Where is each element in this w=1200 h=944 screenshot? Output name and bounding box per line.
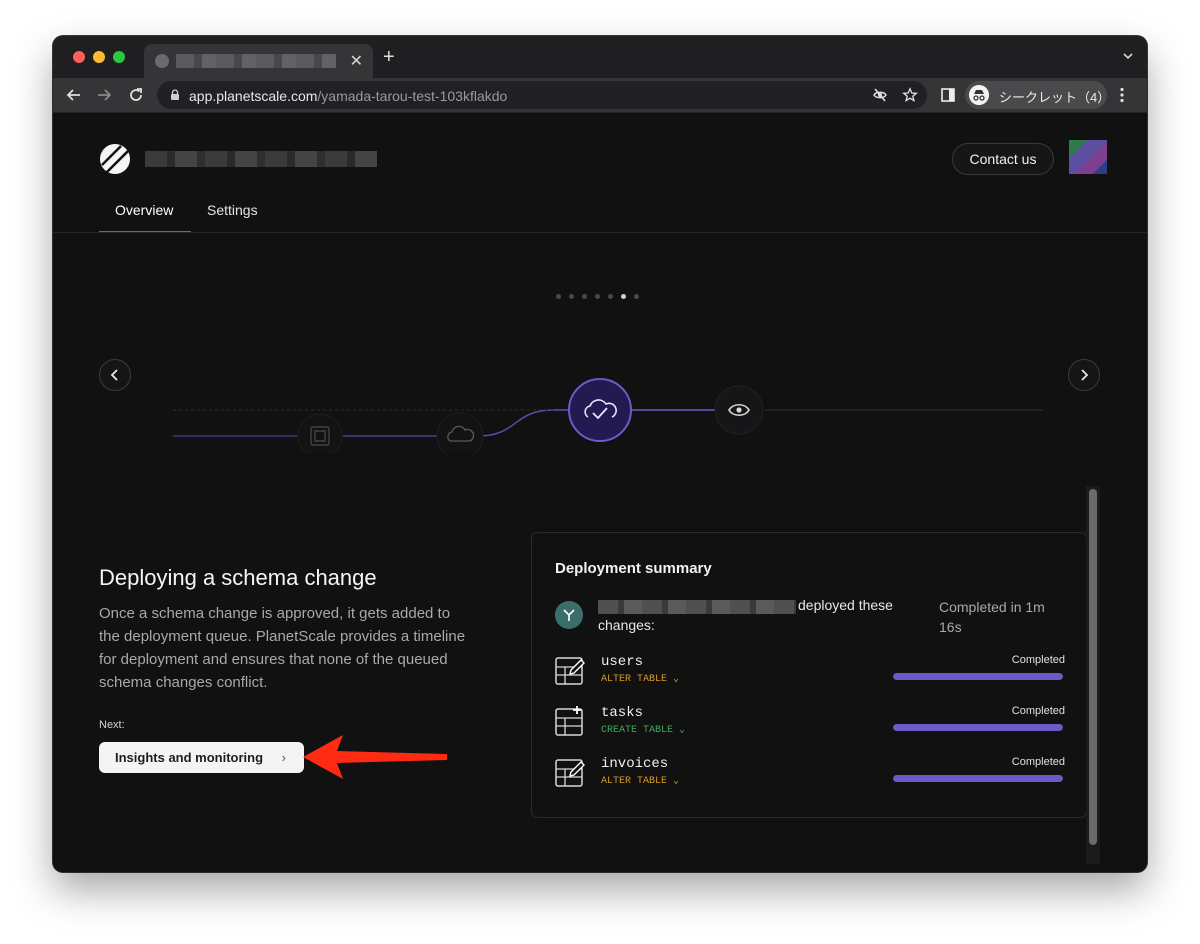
table-change-row: tasks CREATE TABLE ⌄ Completed: [555, 705, 1065, 745]
carousel-dot[interactable]: [608, 294, 613, 299]
nav-divider: [53, 232, 1147, 233]
changes-text: changes:: [598, 617, 655, 633]
branch-icon: [297, 413, 343, 453]
incognito-icon: [969, 85, 989, 105]
scrollbar[interactable]: [1086, 486, 1100, 864]
next-label: Next:: [99, 719, 125, 731]
carousel-next-button[interactable]: [1068, 359, 1100, 391]
tab-overview[interactable]: Overview: [115, 202, 173, 218]
next-step-button[interactable]: Insights and monitoring ›: [99, 742, 304, 773]
status-label: Completed: [1011, 654, 1065, 666]
progress-bar: [893, 673, 1063, 680]
callout-arrow-icon: [303, 735, 447, 779]
table-edit-icon: [555, 759, 585, 787]
carousel-dot[interactable]: [621, 294, 626, 299]
lock-icon: [171, 89, 179, 100]
status-label: Completed: [1011, 705, 1065, 717]
table-name: users: [601, 654, 644, 670]
page-content: Contact us Overview Settings Deploying a…: [53, 113, 1147, 872]
progress-bar: [893, 775, 1063, 782]
favicon-icon: [155, 54, 169, 68]
carousel-dot[interactable]: [582, 294, 587, 299]
deployer-name: [598, 600, 796, 614]
incognito-profile-button[interactable]: シークレット（4）: [965, 81, 1111, 109]
table-add-icon: [555, 706, 583, 736]
table-name: invoices: [601, 756, 669, 772]
operation-dropdown[interactable]: CREATE TABLE ⌄: [601, 724, 685, 736]
chevron-right-icon: [1081, 369, 1089, 381]
side-panel-icon[interactable]: [941, 88, 955, 102]
eye-icon: [714, 385, 764, 435]
deployment-summary-card: Deployment summary deployed these change…: [531, 532, 1087, 818]
status-label: Completed: [1011, 756, 1065, 768]
carousel-dot[interactable]: [556, 294, 561, 299]
progress-fill: [893, 775, 1063, 782]
section-heading: Deploying a schema change: [99, 565, 377, 590]
operation-dropdown[interactable]: ALTER TABLE ⌄: [601, 673, 679, 685]
address-bar[interactable]: app.planetscale.com/yamada-tarou-test-10…: [157, 81, 927, 109]
summary-title: Deployment summary: [555, 560, 712, 577]
progress-fill: [893, 673, 1063, 680]
browser-window: ✕ + app.planetscale.com/yamada-tarou-tes…: [53, 36, 1147, 872]
maximize-window-button[interactable]: [113, 51, 125, 63]
cloud-icon: [436, 412, 484, 453]
close-window-button[interactable]: [73, 51, 85, 63]
planetscale-logo-icon[interactable]: [99, 143, 131, 175]
url-text: app.planetscale.com/yamada-tarou-test-10…: [189, 88, 507, 104]
eye-slash-icon[interactable]: [872, 87, 888, 103]
tab-bar: ✕ +: [53, 36, 1147, 78]
operation-dropdown[interactable]: ALTER TABLE ⌄: [601, 775, 679, 787]
tab-search-chevron-icon[interactable]: [1121, 49, 1135, 63]
next-step-button-label: Insights and monitoring: [115, 750, 264, 765]
user-avatar[interactable]: [1069, 140, 1107, 174]
chevron-left-icon: [110, 369, 118, 381]
url-host: app.planetscale.com: [189, 88, 318, 104]
minimize-window-button[interactable]: [93, 51, 105, 63]
progress-bar: [893, 724, 1063, 731]
table-change-row: invoices ALTER TABLE ⌄ Completed: [555, 756, 1065, 796]
table-name: tasks: [601, 705, 644, 721]
deployed-text: deployed these: [798, 597, 893, 613]
table-change-row: users ALTER TABLE ⌄ Completed: [555, 654, 1065, 694]
deployment-timeline: [173, 378, 1043, 453]
new-tab-button[interactable]: +: [383, 47, 395, 67]
carousel-dot[interactable]: [634, 294, 639, 299]
url-path: /yamada-tarou-test-103kflakdo: [317, 88, 508, 104]
carousel-dot[interactable]: [569, 294, 574, 299]
organization-name[interactable]: [145, 151, 377, 167]
chevron-right-icon: ›: [281, 750, 286, 765]
browser-toolbar: app.planetscale.com/yamada-tarou-test-10…: [53, 78, 1147, 113]
user-avatar-icon: [555, 601, 583, 629]
forward-arrow-icon[interactable]: [95, 86, 113, 104]
completed-duration: Completed in 1m 16s: [939, 599, 1045, 635]
incognito-label: シークレット（4）: [999, 90, 1111, 105]
section-description: Once a schema change is approved, it get…: [99, 605, 466, 691]
tab-close-icon[interactable]: ✕: [350, 51, 363, 71]
browser-tab[interactable]: ✕: [144, 44, 373, 78]
table-edit-icon: [555, 657, 585, 685]
more-vert-icon[interactable]: [1119, 87, 1125, 103]
contact-us-button[interactable]: Contact us: [952, 143, 1054, 175]
star-icon[interactable]: [902, 87, 918, 103]
progress-fill: [893, 724, 1063, 731]
back-arrow-icon[interactable]: [65, 86, 83, 104]
tab-title: [176, 54, 336, 68]
carousel-prev-button[interactable]: [99, 359, 131, 391]
scrollbar-thumb[interactable]: [1089, 489, 1097, 845]
carousel-dot[interactable]: [595, 294, 600, 299]
tab-settings[interactable]: Settings: [207, 202, 258, 218]
cloud-check-icon: [568, 378, 632, 442]
reload-icon[interactable]: [127, 86, 145, 104]
timeline-line-3: [477, 409, 573, 437]
